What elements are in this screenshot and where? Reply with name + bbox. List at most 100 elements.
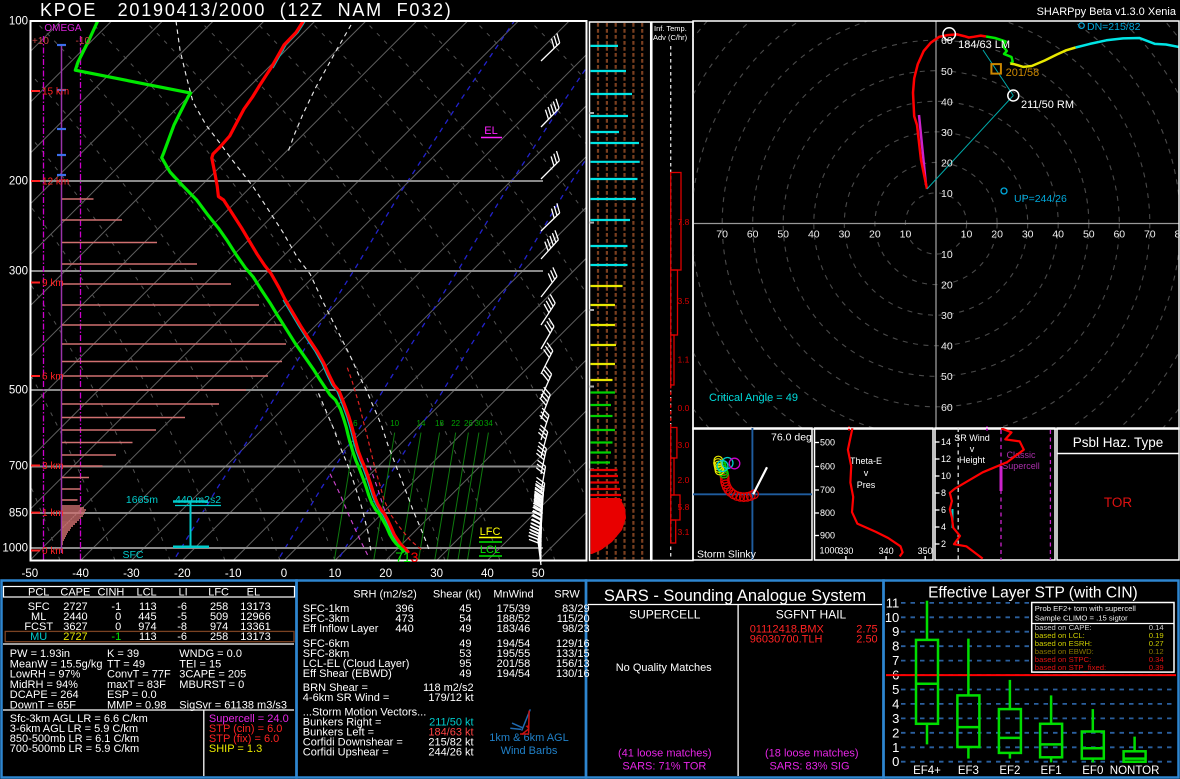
svg-text:76.0 deg: 76.0 deg xyxy=(771,432,812,444)
svg-text:EF1: EF1 xyxy=(1041,765,1062,777)
svg-text:1: 1 xyxy=(892,740,899,755)
svg-text:EL: EL xyxy=(484,125,497,137)
svg-text:850: 850 xyxy=(9,508,28,520)
svg-text:40: 40 xyxy=(941,96,953,108)
svg-text:SRH (m2/s2): SRH (m2/s2) xyxy=(353,589,417,601)
svg-text:CINH: CINH xyxy=(97,587,124,599)
svg-text:20: 20 xyxy=(991,229,1003,241)
svg-text:based on STP_fixed:: based on STP_fixed: xyxy=(1035,663,1106,672)
svg-text:TOR: TOR xyxy=(1104,495,1133,510)
svg-text:98/23: 98/23 xyxy=(562,623,590,635)
svg-text:Height: Height xyxy=(959,455,986,465)
svg-text:Corfidi Upshear =: Corfidi Upshear = xyxy=(303,747,389,759)
svg-text:60: 60 xyxy=(941,35,953,47)
svg-text:70: 70 xyxy=(716,229,728,241)
svg-text:Wind Barbs: Wind Barbs xyxy=(501,745,558,757)
svg-text:20: 20 xyxy=(941,280,953,292)
svg-text:700: 700 xyxy=(820,485,835,495)
svg-text:20: 20 xyxy=(941,157,953,169)
svg-text:3.0: 3.0 xyxy=(678,440,690,450)
svg-text:22: 22 xyxy=(451,419,460,428)
svg-text:60: 60 xyxy=(941,402,953,414)
svg-text:340: 340 xyxy=(879,546,894,556)
svg-text:1 km: 1 km xyxy=(42,508,64,519)
svg-text:30: 30 xyxy=(941,310,953,322)
svg-text:70: 70 xyxy=(1144,229,1156,241)
svg-text:Effective Layer STP (with CIN): Effective Layer STP (with CIN) xyxy=(928,585,1138,602)
svg-text:EF0: EF0 xyxy=(1082,765,1103,777)
svg-text:194/54: 194/54 xyxy=(497,668,531,680)
svg-text:PCL: PCL xyxy=(28,587,49,599)
svg-text:50: 50 xyxy=(941,371,953,383)
svg-text:5.8: 5.8 xyxy=(678,502,690,512)
svg-text:7: 7 xyxy=(892,653,899,668)
svg-text:300: 300 xyxy=(9,266,28,278)
svg-text:440: 440 xyxy=(395,623,413,635)
svg-text:v: v xyxy=(864,468,869,478)
svg-text:12 km: 12 km xyxy=(42,177,69,188)
svg-text:10: 10 xyxy=(390,419,399,428)
svg-text:SHIP = 1.3: SHIP = 1.3 xyxy=(209,743,262,755)
svg-text:0: 0 xyxy=(892,754,899,769)
svg-text:OMEGA: OMEGA xyxy=(44,23,82,34)
svg-text:10: 10 xyxy=(900,229,912,241)
svg-text:20: 20 xyxy=(869,229,881,241)
svg-text:1.1: 1.1 xyxy=(678,355,690,365)
svg-text:SR Wind: SR Wind xyxy=(954,433,990,443)
svg-text:10: 10 xyxy=(961,229,973,241)
svg-text:3: 3 xyxy=(892,711,899,726)
svg-text:30: 30 xyxy=(941,127,953,139)
svg-text:60: 60 xyxy=(747,229,759,241)
svg-text:3: 3 xyxy=(411,549,419,565)
svg-text:Critical Angle = 49: Critical Angle = 49 xyxy=(709,392,798,404)
svg-text:4: 4 xyxy=(941,522,946,532)
svg-text:201/58: 201/58 xyxy=(1006,67,1040,79)
svg-text:Theta-E: Theta-E xyxy=(850,456,882,466)
svg-text:26: 26 xyxy=(464,419,473,428)
svg-text:-10: -10 xyxy=(76,36,91,47)
svg-text:Sample CLIMO = .15 sigtor: Sample CLIMO = .15 sigtor xyxy=(1035,614,1128,623)
svg-text:Shear (kt): Shear (kt) xyxy=(433,589,481,601)
svg-text:3 km: 3 km xyxy=(42,461,64,472)
svg-text:CAPE: CAPE xyxy=(60,587,90,599)
svg-text:30: 30 xyxy=(839,229,851,241)
svg-text:10: 10 xyxy=(941,471,951,481)
svg-text:130/16: 130/16 xyxy=(556,668,590,680)
svg-text:440 m2s2: 440 m2s2 xyxy=(175,494,221,506)
svg-text:-30: -30 xyxy=(123,568,140,580)
svg-text:8: 8 xyxy=(892,639,899,654)
svg-text:NONTOR: NONTOR xyxy=(1110,765,1160,777)
svg-text:Adv (C/hr): Adv (C/hr) xyxy=(653,33,688,42)
svg-text:EF2: EF2 xyxy=(999,765,1020,777)
svg-text:96030700.TLH: 96030700.TLH xyxy=(750,634,823,646)
svg-text:EF3: EF3 xyxy=(958,765,979,777)
svg-text:Eff Inflow Layer: Eff Inflow Layer xyxy=(303,623,379,635)
svg-text:5: 5 xyxy=(892,682,899,697)
svg-text:184/63 LM: 184/63 LM xyxy=(958,39,1010,51)
svg-text:-20: -20 xyxy=(174,568,191,580)
svg-text:350: 350 xyxy=(918,546,933,556)
svg-text:6: 6 xyxy=(353,419,358,428)
svg-text:+10: +10 xyxy=(32,36,49,47)
svg-text:-50: -50 xyxy=(21,568,38,580)
svg-text:14: 14 xyxy=(417,419,426,428)
svg-text:1000: 1000 xyxy=(2,543,28,555)
svg-text:Inf. Temp.: Inf. Temp. xyxy=(654,24,687,33)
svg-text:320: 320 xyxy=(798,546,813,556)
svg-text:179/12 kt: 179/12 kt xyxy=(428,692,473,704)
svg-text:MnWind: MnWind xyxy=(493,589,533,601)
svg-text:800: 800 xyxy=(820,508,835,518)
svg-text:9: 9 xyxy=(892,624,899,639)
svg-text:SHARPpy Beta v1.3.0 Xenia: SHARPpy Beta v1.3.0 Xenia xyxy=(1037,6,1177,18)
svg-text:900: 900 xyxy=(820,531,835,541)
svg-text:500: 500 xyxy=(9,385,28,397)
svg-text:Storm Slinky: Storm Slinky xyxy=(697,549,757,561)
svg-text:LI: LI xyxy=(179,587,188,599)
svg-text:40: 40 xyxy=(1052,229,1064,241)
svg-text:v: v xyxy=(970,444,975,454)
svg-text:UP=244/26: UP=244/26 xyxy=(1014,193,1067,205)
svg-text:18: 18 xyxy=(435,419,444,428)
svg-text:6: 6 xyxy=(941,505,946,515)
svg-text:DN=215/82: DN=215/82 xyxy=(1087,21,1141,33)
svg-text:Pres: Pres xyxy=(857,480,876,490)
